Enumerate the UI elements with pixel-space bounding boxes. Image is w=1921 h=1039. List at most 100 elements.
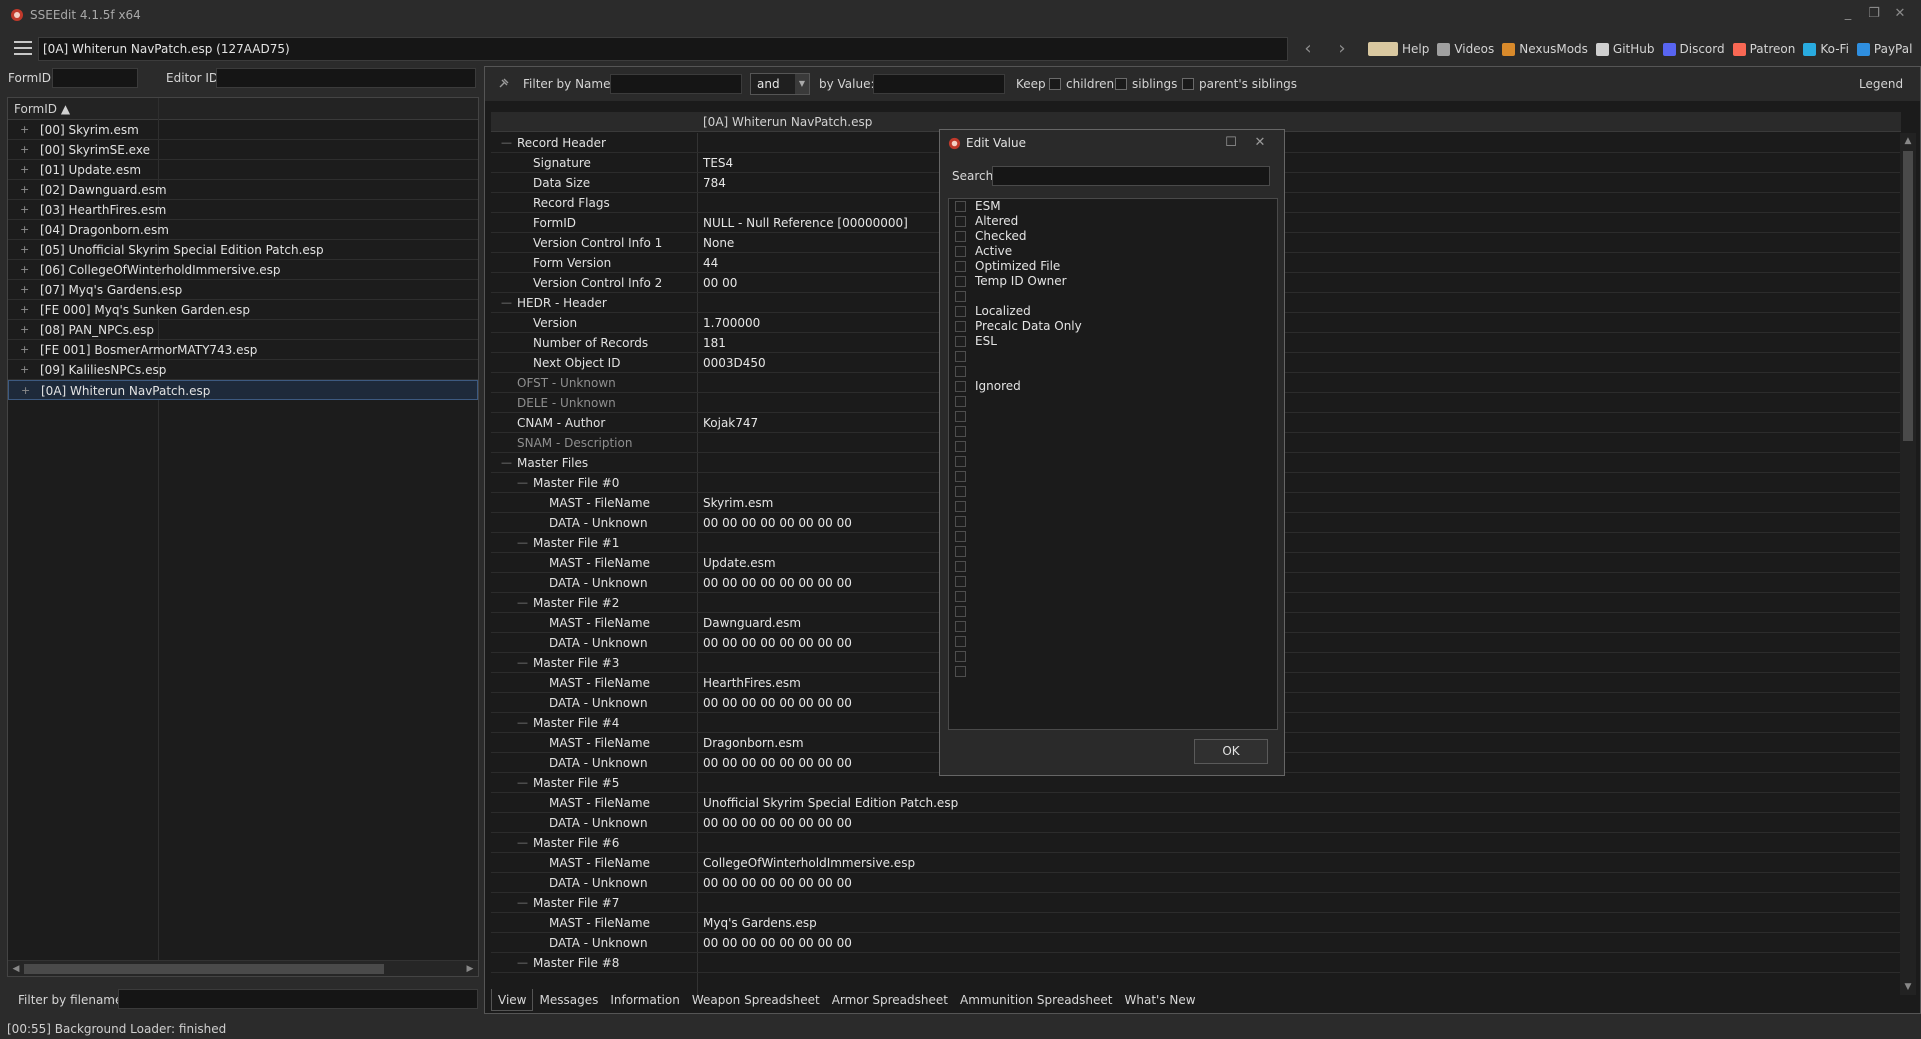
flag-checkbox[interactable]: [955, 321, 966, 332]
flag-checkbox[interactable]: [955, 471, 966, 482]
flag-item[interactable]: [949, 589, 1277, 604]
tree-item[interactable]: + [FE 000] Myq's Sunken Garden.esp: [8, 300, 478, 320]
record-row[interactable]: — Master File #5: [491, 773, 1901, 793]
flag-item[interactable]: [949, 289, 1277, 304]
tree-item[interactable]: + [01] Update.esm: [8, 160, 478, 180]
record-field-value[interactable]: 0003D450: [703, 353, 766, 373]
record-vertical-scrollbar[interactable]: ▲ ▼: [1900, 133, 1916, 995]
record-field-value[interactable]: Dawnguard.esm: [703, 613, 801, 633]
record-field-value[interactable]: Dragonborn.esm: [703, 733, 804, 753]
link-github[interactable]: GitHub: [1595, 42, 1655, 56]
record-row[interactable]: MAST - FileName CollegeOfWinterholdImmers…: [491, 853, 1901, 873]
legend-button[interactable]: Legend: [1859, 77, 1903, 91]
record-field-value[interactable]: 181: [703, 333, 726, 353]
flag-checkbox[interactable]: [955, 516, 966, 527]
link-discord[interactable]: Discord: [1662, 42, 1725, 56]
flag-item[interactable]: [949, 394, 1277, 409]
flag-checkbox[interactable]: [955, 231, 966, 242]
record-field-value[interactable]: 00 00 00 00 00 00 00 00: [703, 693, 852, 713]
collapse-icon[interactable]: —: [517, 533, 528, 553]
tree-header-formid[interactable]: FormID ▲: [14, 102, 70, 116]
scroll-left-icon[interactable]: ◀: [8, 961, 24, 977]
tab-ammunition-spreadsheet[interactable]: Ammunition Spreadsheet: [954, 989, 1119, 1011]
expand-icon[interactable]: +: [20, 160, 29, 180]
flag-item[interactable]: [949, 619, 1277, 634]
collapse-icon[interactable]: —: [501, 453, 512, 473]
record-row[interactable]: DATA - Unknown 00 00 00 00 00 00 00 00: [491, 933, 1901, 953]
tree-item[interactable]: + [00] SkyrimSE.exe: [8, 140, 478, 160]
collapse-icon[interactable]: —: [501, 293, 512, 313]
flag-checkbox[interactable]: [955, 351, 966, 362]
flag-item[interactable]: [949, 439, 1277, 454]
record-field-value[interactable]: 00 00 00 00 00 00 00 00: [703, 933, 852, 953]
flag-checkbox[interactable]: [955, 261, 966, 272]
flag-item[interactable]: [949, 364, 1277, 379]
flag-item[interactable]: [949, 544, 1277, 559]
tree-item[interactable]: + [00] Skyrim.esm: [8, 120, 478, 140]
flag-item[interactable]: Checked: [949, 229, 1277, 244]
record-field-value[interactable]: Update.esm: [703, 553, 776, 573]
flag-checkbox[interactable]: [955, 606, 966, 617]
dialog-close-button[interactable]: ✕: [1248, 133, 1272, 153]
record-field-value[interactable]: 00 00 00 00 00 00 00 00: [703, 513, 852, 533]
formid-input[interactable]: [52, 68, 138, 88]
record-field-value[interactable]: 00 00 00 00 00 00 00 00: [703, 633, 852, 653]
flag-item[interactable]: Localized: [949, 304, 1277, 319]
flag-checkbox[interactable]: [955, 336, 966, 347]
flag-checkbox[interactable]: [955, 381, 966, 392]
record-field-value[interactable]: HearthFires.esm: [703, 673, 801, 693]
flag-item[interactable]: [949, 469, 1277, 484]
expand-icon[interactable]: +: [20, 260, 29, 280]
forward-arrow-icon[interactable]: ›: [1332, 38, 1352, 60]
flag-checkbox[interactable]: [955, 216, 966, 227]
expand-icon[interactable]: +: [20, 280, 29, 300]
flag-item[interactable]: [949, 664, 1277, 679]
expand-icon[interactable]: +: [20, 240, 29, 260]
flag-checkbox[interactable]: [955, 651, 966, 662]
flag-checkbox[interactable]: [955, 366, 966, 377]
record-field-value[interactable]: 00 00 00 00 00 00 00 00: [703, 873, 852, 893]
tree-item[interactable]: + [05] Unofficial Skyrim Special Edition …: [8, 240, 478, 260]
editorid-input[interactable]: [216, 68, 476, 88]
record-field-value[interactable]: 00 00 00 00 00 00 00 00: [703, 573, 852, 593]
flag-item[interactable]: [949, 634, 1277, 649]
flag-item[interactable]: [949, 484, 1277, 499]
flag-checkbox[interactable]: [955, 501, 966, 512]
flag-item[interactable]: [949, 649, 1277, 664]
expand-icon[interactable]: +: [20, 300, 29, 320]
record-field-value[interactable]: None: [703, 233, 734, 253]
flag-item[interactable]: Active: [949, 244, 1277, 259]
collapse-icon[interactable]: —: [517, 773, 528, 793]
scroll-thumb[interactable]: [1903, 151, 1913, 441]
flag-item[interactable]: Ignored: [949, 379, 1277, 394]
tree-horizontal-scrollbar[interactable]: ◀ ▶: [8, 960, 478, 976]
flag-checkbox[interactable]: [955, 426, 966, 437]
record-row[interactable]: DATA - Unknown 00 00 00 00 00 00 00 00: [491, 813, 1901, 833]
link-patreon[interactable]: Patreon: [1732, 42, 1795, 56]
flag-item[interactable]: [949, 424, 1277, 439]
record-field-value[interactable]: 1.700000: [703, 313, 760, 333]
tree-item[interactable]: + [02] Dawnguard.esm: [8, 180, 478, 200]
tab-information[interactable]: Information: [604, 989, 685, 1011]
record-field-value[interactable]: 00 00: [703, 273, 737, 293]
tab-what-s-new[interactable]: What's New: [1119, 989, 1202, 1011]
tree-item[interactable]: + [06] CollegeOfWinterholdImmersive.esp: [8, 260, 478, 280]
tree-item[interactable]: + [07] Myq's Gardens.esp: [8, 280, 478, 300]
flag-item[interactable]: Temp ID Owner: [949, 274, 1277, 289]
flag-item[interactable]: [949, 499, 1277, 514]
dialog-maximize-button[interactable]: ☐: [1219, 133, 1243, 153]
record-field-value[interactable]: TES4: [703, 153, 733, 173]
ok-button[interactable]: OK: [1194, 739, 1268, 764]
flag-checkbox[interactable]: [955, 666, 966, 677]
flag-checkbox[interactable]: [955, 291, 966, 302]
flag-checkbox[interactable]: [955, 546, 966, 557]
flag-item[interactable]: [949, 454, 1277, 469]
tab-armor-spreadsheet[interactable]: Armor Spreadsheet: [826, 989, 954, 1011]
record-field-value[interactable]: 00 00 00 00 00 00 00 00: [703, 813, 852, 833]
flag-item[interactable]: [949, 349, 1277, 364]
record-field-value[interactable]: CollegeOfWinterholdImmersive.esp: [703, 853, 915, 873]
back-arrow-icon[interactable]: ‹: [1298, 38, 1318, 60]
collapse-icon[interactable]: —: [517, 833, 528, 853]
record-row[interactable]: — Master File #6: [491, 833, 1901, 853]
flag-checkbox[interactable]: [955, 621, 966, 632]
